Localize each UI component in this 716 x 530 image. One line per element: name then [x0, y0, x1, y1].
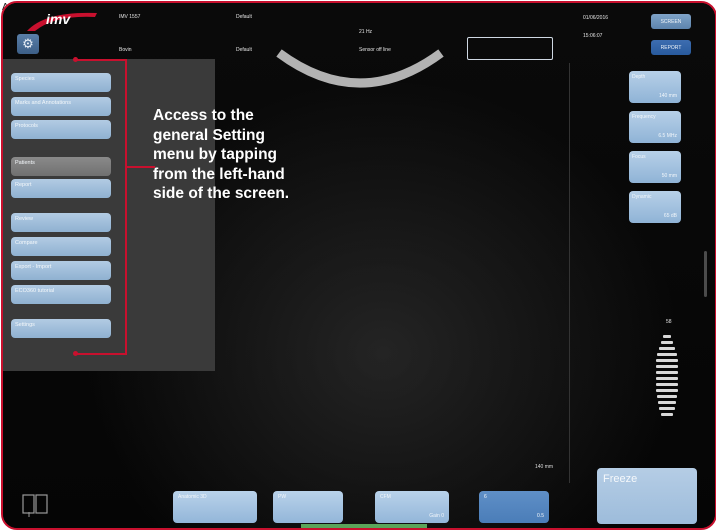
menu-item-patients[interactable]: Patients: [11, 157, 111, 176]
status-indicator-bar: [301, 524, 427, 528]
annotation-dot-top: [73, 57, 78, 62]
menu-item-protocols[interactable]: Protocols: [11, 120, 111, 139]
gain-value: 0.5: [537, 513, 544, 519]
device-id: IMV 1557: [119, 14, 141, 20]
menu-item-label: Protocols: [15, 123, 38, 129]
depth-button[interactable]: Depth 140 mm: [629, 71, 681, 103]
menu-item-label: Species: [15, 76, 35, 82]
freeze-button[interactable]: Freeze: [597, 468, 697, 524]
frequency-value: 6.5 MHz: [658, 133, 677, 139]
frequency-label: Frequency: [632, 114, 656, 120]
depth-value: 140 mm: [658, 93, 677, 99]
pw-label: PW: [278, 494, 287, 500]
menu-item-label: Report: [15, 182, 32, 188]
protocol-label: Default: [236, 47, 252, 53]
probe-select-icon[interactable]: [21, 492, 49, 518]
cfm-label: CFM: [380, 494, 391, 500]
annotation-dot-bottom: [73, 351, 78, 356]
annotation-bracket: [125, 59, 127, 355]
settings-toggle-button[interactable]: ⚙: [17, 34, 39, 54]
depth-label: Depth: [632, 74, 646, 80]
menu-item-marks[interactable]: Marks and Annotations: [11, 97, 111, 116]
menu-item-label: ECO360 tutorial: [15, 288, 55, 294]
tgc-slider[interactable]: [654, 333, 680, 419]
menu-item-label: Compare: [15, 240, 38, 246]
dynamic-value: 65 dB: [663, 213, 677, 219]
menu-item-report[interactable]: Report: [11, 179, 111, 198]
focus-button[interactable]: Focus 50 mm: [629, 151, 681, 183]
gear-icon: ⚙: [22, 36, 34, 51]
focus-label: Focus: [632, 154, 646, 160]
ultrasound-screen-frame: imv IMV 1557 Bovin Default Default 21 Hz…: [1, 1, 716, 530]
dynamic-button[interactable]: Dynamic 65 dB: [629, 191, 681, 223]
frequency-button[interactable]: Frequency 6.5 MHz: [629, 111, 681, 143]
logo-text: imv: [46, 11, 71, 27]
gain-button[interactable]: 6 0.5: [479, 491, 549, 523]
menu-item-label: Patients: [15, 160, 35, 166]
annotation-bracket-bottom: [75, 353, 127, 355]
focus-value: 50 mm: [661, 173, 677, 179]
pw-button[interactable]: PW: [273, 491, 343, 523]
probe-footprint-arc: [276, 49, 444, 88]
date-display: 01/06/2016: [583, 15, 609, 21]
menu-item-export-import[interactable]: Export - Import: [11, 261, 111, 280]
screen-button[interactable]: SCREEN: [651, 14, 691, 29]
side-scrollbar[interactable]: [704, 251, 707, 297]
anatomic-3d-label: Anatomic 3D: [178, 494, 207, 500]
time-display: 15:06:07: [583, 33, 603, 39]
preset-label: Default: [236, 14, 252, 20]
report-button[interactable]: REPORT: [651, 40, 691, 55]
menu-item-review[interactable]: Review: [11, 213, 111, 232]
cfm-value: Gain 0: [429, 513, 444, 519]
menu-item-label: Export - Import: [15, 264, 52, 270]
menu-item-compare[interactable]: Compare: [11, 237, 111, 256]
depth-readout: 140 mm: [535, 464, 554, 470]
menu-item-label: Review: [15, 216, 34, 222]
menu-item-tutorial[interactable]: ECO360 tutorial: [11, 285, 111, 304]
gain-label: 6: [484, 494, 487, 500]
menu-item-label: Marks and Annotations: [15, 100, 71, 106]
cfm-button[interactable]: CFM Gain 0: [375, 491, 449, 523]
annotation-connector: [125, 166, 155, 168]
species-label: Bovin: [119, 47, 132, 53]
callout-text: Access to the general Setting menu by ta…: [153, 107, 290, 202]
tgc-label: 58: [666, 319, 672, 325]
text-entry-box[interactable]: [467, 37, 553, 60]
menu-item-species[interactable]: Species: [11, 73, 111, 92]
menu-item-settings[interactable]: Settings: [11, 319, 111, 338]
depth-scale: [569, 63, 570, 483]
anatomic-3d-button[interactable]: Anatomic 3D: [173, 491, 257, 523]
annotation-bracket-top: [75, 59, 127, 61]
dynamic-label: Dynamic: [632, 194, 652, 200]
menu-item-label: Settings: [15, 322, 35, 328]
